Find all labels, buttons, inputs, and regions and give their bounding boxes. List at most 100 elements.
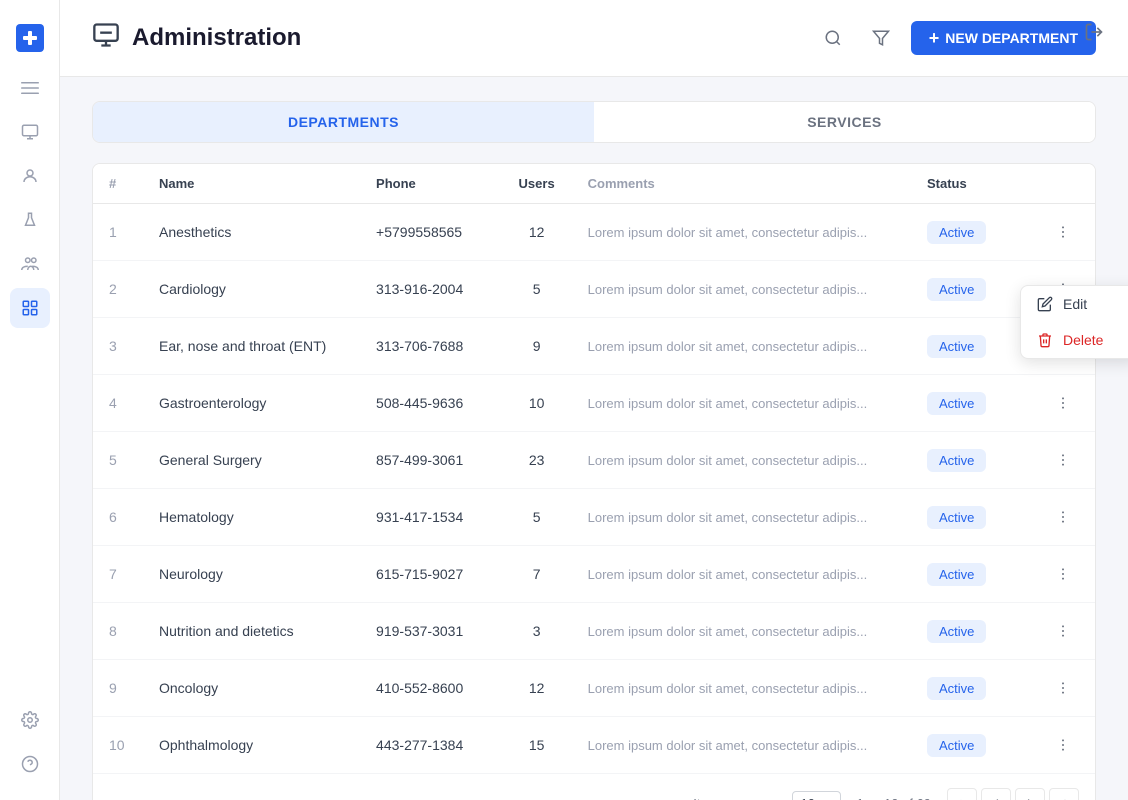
cell-status: Active <box>911 204 1031 261</box>
tabs-container: DEPARTMENTS SERVICES <box>92 101 1096 143</box>
row-more-button[interactable] <box>1047 558 1079 590</box>
status-badge: Active <box>927 506 986 529</box>
pagination-nav <box>947 788 1079 800</box>
row-more-button[interactable] <box>1047 387 1079 419</box>
sidebar-item-settings[interactable] <box>10 700 50 740</box>
cell-phone: 615-715-9027 <box>360 546 502 603</box>
filter-button[interactable] <box>863 20 899 56</box>
status-badge: Active <box>927 620 986 643</box>
logout-area <box>1076 14 1112 50</box>
sidebar-item-help[interactable] <box>10 744 50 784</box>
cell-comments: Lorem ipsum dolor sit amet, consectetur … <box>572 603 911 660</box>
cell-num: 9 <box>93 660 143 717</box>
items-per-page-select[interactable]: 10 25 50 <box>792 791 841 800</box>
cell-comments: Lorem ipsum dolor sit amet, consectetur … <box>572 489 911 546</box>
tab-departments[interactable]: DEPARTMENTS <box>93 102 594 142</box>
cell-comments: Lorem ipsum dolor sit amet, consectetur … <box>572 261 911 318</box>
cell-name: General Surgery <box>143 432 360 489</box>
prev-page-button[interactable] <box>981 788 1011 800</box>
row-more-button[interactable] <box>1047 615 1079 647</box>
sidebar-item-group[interactable] <box>10 244 50 284</box>
cell-name: Neurology <box>143 546 360 603</box>
cell-name: Ophthalmology <box>143 717 360 774</box>
table-row: 1 Anesthetics +5799558565 12 Lorem ipsum… <box>93 204 1095 261</box>
last-page-button[interactable] <box>1049 788 1079 800</box>
cell-comments: Lorem ipsum dolor sit amet, consectetur … <box>572 546 911 603</box>
col-header-users: Users <box>502 164 572 204</box>
col-header-status: Status <box>911 164 1031 204</box>
row-more-button[interactable] <box>1047 444 1079 476</box>
page-title: Administration <box>132 24 301 52</box>
cell-num: 3 <box>93 318 143 375</box>
cell-num: 5 <box>93 432 143 489</box>
cell-num: 10 <box>93 717 143 774</box>
status-badge: Active <box>927 734 986 757</box>
cell-comments: Lorem ipsum dolor sit amet, consectetur … <box>572 717 911 774</box>
table-row: 4 Gastroenterology 508-445-9636 10 Lorem… <box>93 375 1095 432</box>
col-header-comments: Comments <box>572 164 911 204</box>
cell-comments: Lorem ipsum dolor sit amet, consectetur … <box>572 318 911 375</box>
cell-comments: Lorem ipsum dolor sit amet, consectetur … <box>572 660 911 717</box>
cell-phone: 443-277-1384 <box>360 717 502 774</box>
delete-icon <box>1037 332 1053 348</box>
context-menu-edit[interactable]: Edit <box>1021 286 1128 322</box>
cell-phone: 313-706-7688 <box>360 318 502 375</box>
new-department-button[interactable]: + NEW DEPARTMENT <box>911 21 1096 55</box>
first-page-button[interactable] <box>947 788 977 800</box>
table-row: 3 Ear, nose and throat (ENT) 313-706-768… <box>93 318 1095 375</box>
cell-status: Active <box>911 660 1031 717</box>
cell-users: 5 <box>502 261 572 318</box>
cell-name: Cardiology <box>143 261 360 318</box>
col-header-name: Name <box>143 164 360 204</box>
table-row: 10 Ophthalmology 443-277-1384 15 Lorem i… <box>93 717 1095 774</box>
search-button[interactable] <box>815 20 851 56</box>
col-header-phone: Phone <box>360 164 502 204</box>
content-area: DEPARTMENTS SERVICES # Name Phone Users … <box>60 77 1128 800</box>
row-more-button[interactable] <box>1047 672 1079 704</box>
cell-users: 9 <box>502 318 572 375</box>
row-more-button[interactable] <box>1047 216 1079 248</box>
brand-cross-icon <box>16 24 44 52</box>
sidebar-nav <box>0 68 59 328</box>
pagination: Items per page: 10 25 50 1 — 10 of 69 <box>93 773 1095 800</box>
col-header-actions <box>1031 164 1095 204</box>
cell-num: 8 <box>93 603 143 660</box>
sidebar-item-lab[interactable] <box>10 200 50 240</box>
cell-phone: 931-417-1534 <box>360 489 502 546</box>
cell-name: Gastroenterology <box>143 375 360 432</box>
table: # Name Phone Users Comments Status 1 Ane… <box>93 164 1095 773</box>
sidebar-item-admin[interactable] <box>10 288 50 328</box>
row-more-button[interactable] <box>1047 501 1079 533</box>
next-page-button[interactable] <box>1015 788 1045 800</box>
table-row: 8 Nutrition and dietetics 919-537-3031 3… <box>93 603 1095 660</box>
context-menu-delete[interactable]: Delete <box>1021 322 1128 358</box>
cell-users: 12 <box>502 204 572 261</box>
sidebar-item-dashboard[interactable] <box>10 112 50 152</box>
sidebar-bottom <box>10 700 50 784</box>
status-badge: Active <box>927 677 986 700</box>
cell-status: Active <box>911 261 1031 318</box>
cell-phone: 410-552-8600 <box>360 660 502 717</box>
status-badge: Active <box>927 221 986 244</box>
main-content: Administration + NEW DEPARTMENT DEPARTME… <box>60 0 1128 800</box>
cell-actions <box>1031 204 1095 261</box>
table-body: 1 Anesthetics +5799558565 12 Lorem ipsum… <box>93 204 1095 774</box>
logout-button[interactable] <box>1076 14 1112 50</box>
cell-actions <box>1031 717 1095 774</box>
header-actions: + NEW DEPARTMENT <box>815 20 1096 56</box>
status-badge: Active <box>927 392 986 415</box>
cell-comments: Lorem ipsum dolor sit amet, consectetur … <box>572 204 911 261</box>
cell-phone: 508-445-9636 <box>360 375 502 432</box>
cell-status: Active <box>911 717 1031 774</box>
row-more-button[interactable] <box>1047 729 1079 761</box>
cell-phone: 857-499-3061 <box>360 432 502 489</box>
cell-status: Active <box>911 603 1031 660</box>
tab-services[interactable]: SERVICES <box>594 102 1095 142</box>
sidebar-item-menu[interactable] <box>10 68 50 108</box>
cell-actions <box>1031 432 1095 489</box>
cell-name: Hematology <box>143 489 360 546</box>
cell-actions <box>1031 660 1095 717</box>
table-row: 7 Neurology 615-715-9027 7 Lorem ipsum d… <box>93 546 1095 603</box>
sidebar-item-users[interactable] <box>10 156 50 196</box>
cell-num: 2 <box>93 261 143 318</box>
